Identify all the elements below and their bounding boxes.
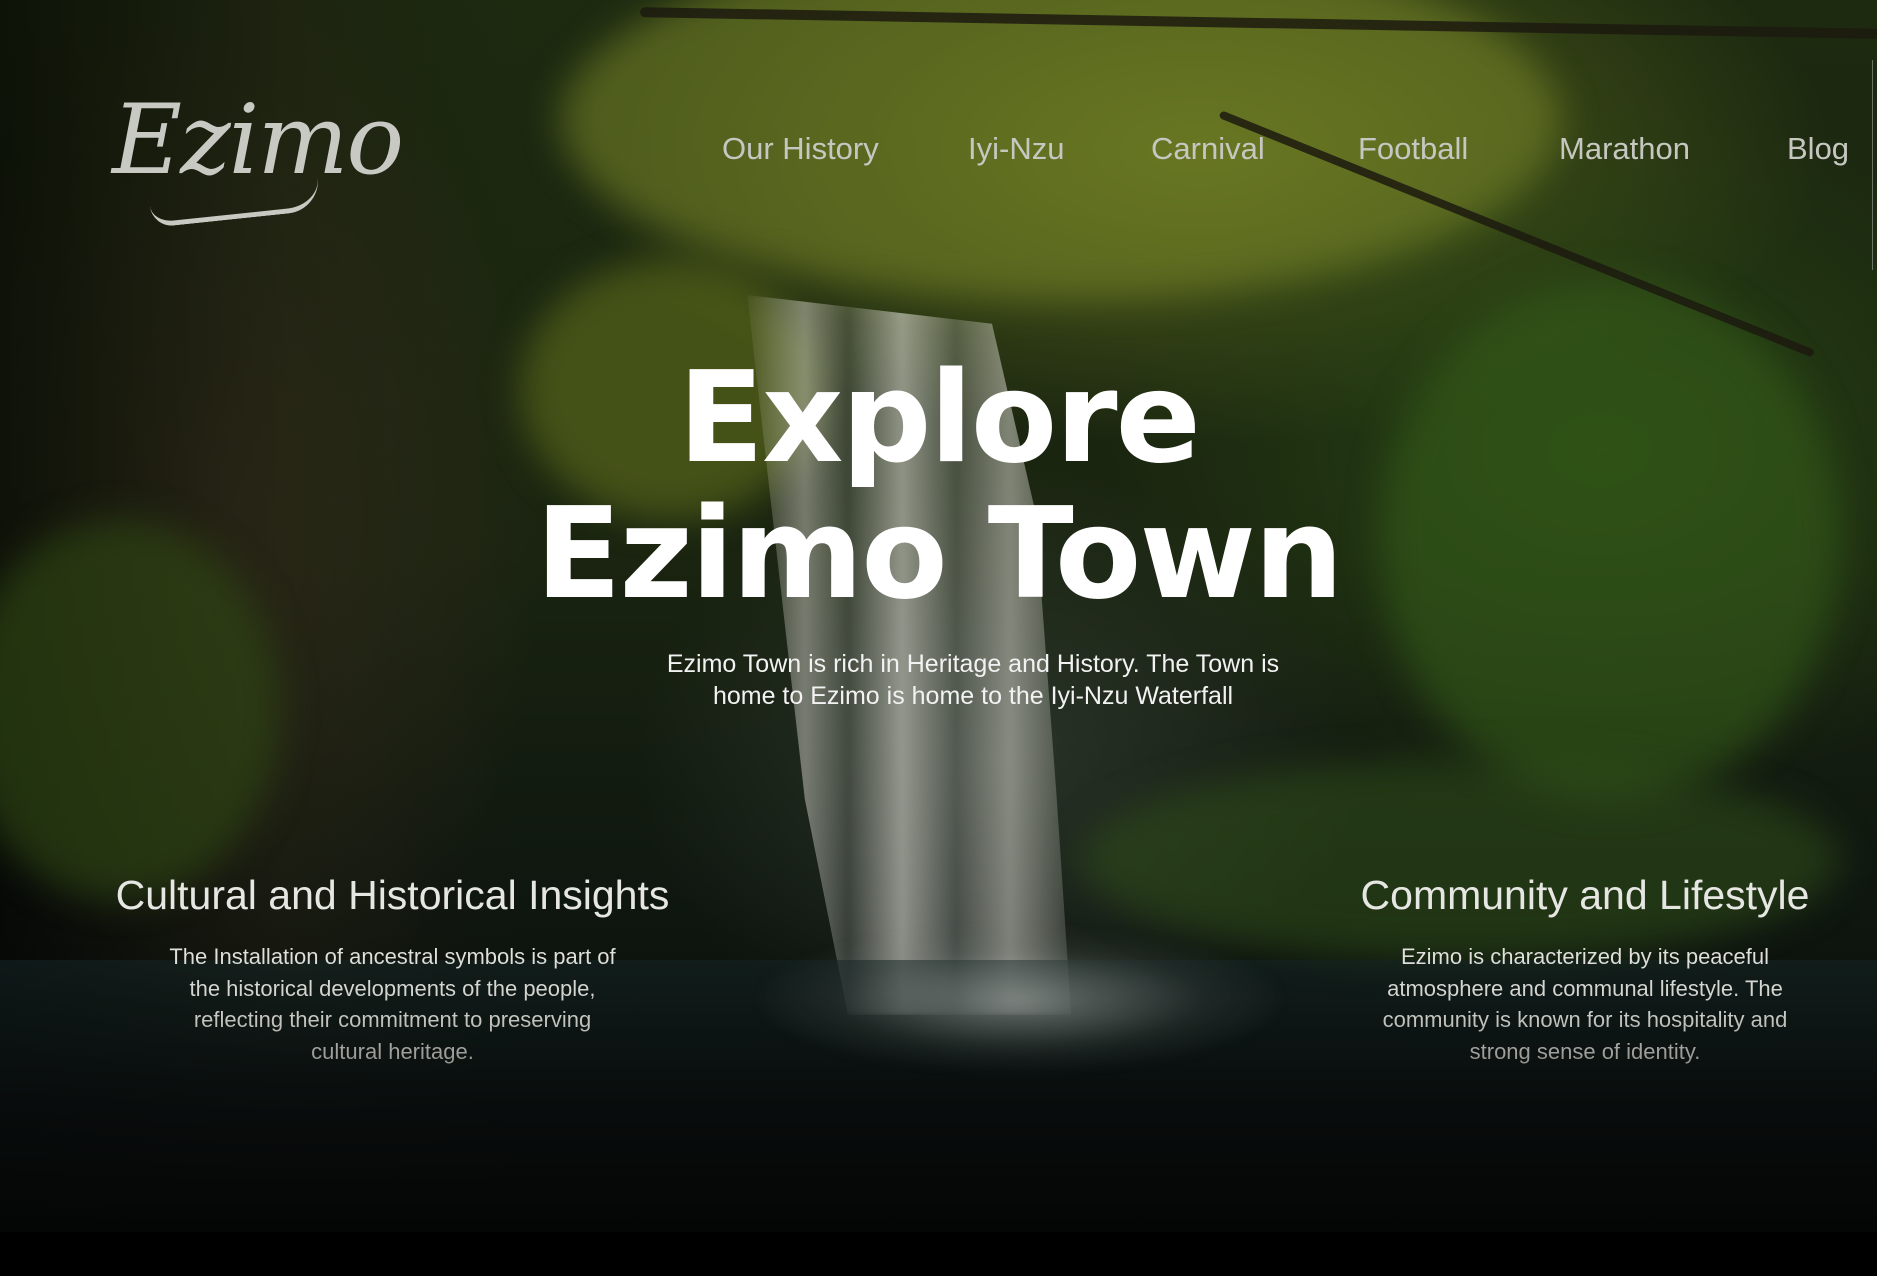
title-line-2: Ezimo Town [535,480,1343,627]
nav-link-blog[interactable]: Blog [1787,131,1849,167]
title-line-1: Explore [678,344,1201,491]
scroll-indicator-line [1872,60,1873,270]
feature-body: The Installation of ancestral symbols is… [168,941,618,1067]
nav-link-marathon[interactable]: Marathon [1559,131,1690,167]
nav-link-football[interactable]: Football [1358,131,1468,167]
page-title: Explore Ezimo Town [0,350,1877,622]
feature-heading: Community and Lifestyle [1360,872,1810,918]
nav-link-our-history[interactable]: Our History [722,131,879,167]
feature-cultural-insights: Cultural and Historical Insights The Ins… [100,872,685,1067]
nav-link-carnival[interactable]: Carnival [1151,131,1265,167]
logo[interactable]: Ezimo [112,84,404,196]
waterfall-mist [760,930,1280,1070]
feature-heading: Cultural and Historical Insights [115,872,670,918]
main-nav: Our History Iyi-Nzu Carnival Football Ma… [722,131,1852,171]
feature-body: Ezimo is characterized by its peaceful a… [1355,941,1815,1067]
hero-subtitle: Ezimo Town is rich in Heritage and Histo… [666,650,1280,710]
bottom-bar [0,1232,1877,1276]
feature-community-lifestyle: Community and Lifestyle Ezimo is charact… [1345,872,1825,1067]
nav-link-iyi-nzu[interactable]: Iyi-Nzu [968,131,1064,167]
